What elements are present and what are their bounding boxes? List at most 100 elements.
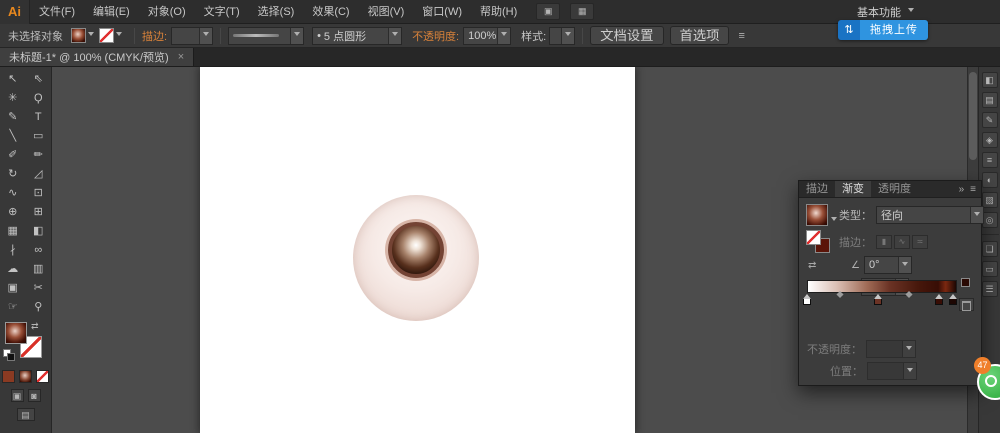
opacity-dropdown[interactable]: 100%	[463, 27, 511, 45]
none-button[interactable]	[36, 370, 49, 383]
stroke-color-dropdown[interactable]	[99, 28, 122, 43]
menu-item-file[interactable]: 文件(F)	[30, 0, 84, 24]
dock-divider	[981, 234, 999, 235]
lasso-tool-icon[interactable]: Ϙ	[26, 88, 52, 107]
dock-align-icon[interactable]: ☰	[982, 281, 998, 297]
fill-color-dropdown[interactable]	[71, 28, 94, 43]
preferences-button[interactable]: 首选项	[670, 26, 730, 45]
free-transform-tool-icon[interactable]: ⊡	[26, 183, 52, 202]
stroke-link[interactable]: 描边:	[142, 28, 167, 44]
direct-selection-tool-icon[interactable]: ⇖	[26, 69, 52, 88]
menu-item-select[interactable]: 选择(S)	[249, 0, 304, 24]
dock-layers-icon[interactable]: ❏	[982, 241, 998, 257]
collapse-panel-icon[interactable]: »	[959, 184, 965, 195]
document-tab[interactable]: 未标题-1* @ 100% (CMYK/预览) ×	[0, 48, 194, 66]
selection-tool-icon[interactable]: ↖	[0, 69, 26, 88]
dock-swatches-icon[interactable]: ▤	[982, 92, 998, 108]
artboard-tool-icon[interactable]: ▣	[0, 278, 26, 297]
gradient-stop[interactable]	[874, 298, 882, 305]
screen-mode-icon[interactable]: ▤	[17, 408, 35, 421]
magic-wand-tool-icon[interactable]: ✳	[0, 88, 26, 107]
eyedropper-tool-icon[interactable]: ∤	[0, 240, 26, 259]
symbol-sprayer-tool-icon[interactable]: ☁	[0, 259, 26, 278]
pencil-tool-icon[interactable]: ✏	[26, 145, 52, 164]
menu-item-view[interactable]: 视图(V)	[359, 0, 414, 24]
gradient-tool-icon[interactable]: ◧	[26, 221, 52, 240]
rotate-tool-icon[interactable]: ↻	[0, 164, 26, 183]
draw-normal-mode-icon[interactable]: ▣	[11, 389, 24, 402]
slice-tool-icon[interactable]: ✂	[26, 278, 52, 297]
opacity-link[interactable]: 不透明度:	[412, 28, 459, 44]
draw-behind-mode-icon[interactable]: ◙	[28, 389, 41, 402]
rectangle-tool-icon[interactable]: ▭	[26, 126, 52, 145]
shape-builder-tool-icon[interactable]: ⊕	[0, 202, 26, 221]
drag-upload-button[interactable]: ⇅ 拖拽上传	[838, 20, 928, 40]
workspace-switcher[interactable]: 基本功能	[857, 4, 914, 20]
gradient-type-dropdown[interactable]: 径向	[876, 206, 984, 224]
pen-tool-icon[interactable]: ✎	[0, 107, 26, 126]
gradient-thumbnail[interactable]	[806, 204, 828, 226]
delete-stop-icon[interactable]	[959, 298, 974, 311]
artboard[interactable]	[200, 67, 635, 433]
menu-item-help[interactable]: 帮助(H)	[471, 0, 526, 24]
menu-item-window[interactable]: 窗口(W)	[413, 0, 471, 24]
menu-item-edit[interactable]: 编辑(E)	[84, 0, 139, 24]
column-graph-tool-icon[interactable]: ▥	[26, 259, 52, 278]
stop-position-dropdown[interactable]	[867, 362, 917, 380]
dock-color-icon[interactable]: ◧	[982, 72, 998, 88]
menu-item-type[interactable]: 文字(T)	[195, 0, 249, 24]
dock-symbols-icon[interactable]: ◈	[982, 132, 998, 148]
dock-artboards-icon[interactable]: ▭	[982, 261, 998, 277]
stroke-weight-dropdown[interactable]	[171, 27, 213, 45]
gradient-within-stroke-icon[interactable]: ▮	[876, 235, 892, 249]
gradient-stop[interactable]	[935, 298, 943, 305]
zoom-tool-icon[interactable]: ⚲	[26, 297, 52, 316]
width-tool-icon[interactable]: ∿	[0, 183, 26, 202]
close-icon[interactable]: ×	[178, 51, 184, 63]
bridge-icon[interactable]: ▣	[536, 3, 560, 20]
fill-proxy-swatch[interactable]	[5, 322, 27, 344]
gradient-stop[interactable]	[949, 298, 957, 305]
dock-stroke-icon[interactable]: ≡	[982, 152, 998, 168]
panel-tab-gradient[interactable]: 渐变	[835, 181, 871, 197]
gradient-button[interactable]	[19, 370, 32, 383]
gradient-slider-bar[interactable]	[807, 280, 957, 293]
type-tool-icon[interactable]: T	[26, 107, 52, 126]
proxy-fill-swatch	[806, 230, 821, 245]
gradient-angle-dropdown[interactable]: 0°	[864, 256, 912, 274]
color-button[interactable]	[2, 370, 15, 383]
gradient-end-color-swatch[interactable]	[961, 278, 970, 287]
scale-tool-icon[interactable]: ◿	[26, 164, 52, 183]
swap-fill-stroke-icon[interactable]: ⇄	[31, 321, 39, 332]
dock-gradient-icon[interactable]: ◐	[982, 172, 998, 188]
panel-tab-bar: 描边渐变透明度 » ≡	[799, 181, 981, 198]
gradient-fill-stroke-proxy[interactable]	[806, 230, 834, 254]
perspective-grid-tool-icon[interactable]: ⊞	[26, 202, 52, 221]
arrange-documents-icon[interactable]: ▦	[570, 3, 594, 20]
paintbrush-tool-icon[interactable]: ✐	[0, 145, 26, 164]
panel-tab-transparency[interactable]: 透明度	[871, 181, 918, 197]
chevron-down-icon[interactable]	[831, 217, 837, 224]
stop-opacity-dropdown[interactable]	[866, 340, 916, 358]
panel-tab-stroke[interactable]: 描边	[799, 181, 835, 197]
eyeball-artwork[interactable]	[353, 195, 479, 321]
document-setup-button[interactable]: 文档设置	[590, 26, 663, 45]
gradient-across-stroke-icon[interactable]: ≍	[912, 235, 928, 249]
dock-brushes-icon[interactable]: ✎	[982, 112, 998, 128]
menu-item-object[interactable]: 对象(O)	[139, 0, 195, 24]
hand-tool-icon[interactable]: ☞	[0, 297, 26, 316]
brush-definition-dropdown[interactable]: • 5 点圆形	[312, 27, 402, 45]
blend-tool-icon[interactable]: ∞	[26, 240, 52, 259]
default-fill-stroke-icon[interactable]	[3, 349, 13, 359]
gradient-stop[interactable]	[803, 298, 811, 305]
mesh-tool-icon[interactable]: ▦	[0, 221, 26, 240]
scrollbar-thumb[interactable]	[969, 72, 977, 160]
panel-menu-icon[interactable]: ≡	[970, 184, 976, 195]
menu-item-effect[interactable]: 效果(C)	[303, 0, 358, 24]
gradient-along-stroke-icon[interactable]: ∿	[894, 235, 910, 249]
control-panel-menu-icon[interactable]: ≡	[738, 30, 744, 42]
width-profile-dropdown[interactable]	[228, 27, 304, 45]
line-segment-tool-icon[interactable]: ╲	[0, 126, 26, 145]
reverse-gradient-icon[interactable]: ⇄	[808, 260, 816, 271]
style-dropdown[interactable]	[549, 27, 575, 45]
